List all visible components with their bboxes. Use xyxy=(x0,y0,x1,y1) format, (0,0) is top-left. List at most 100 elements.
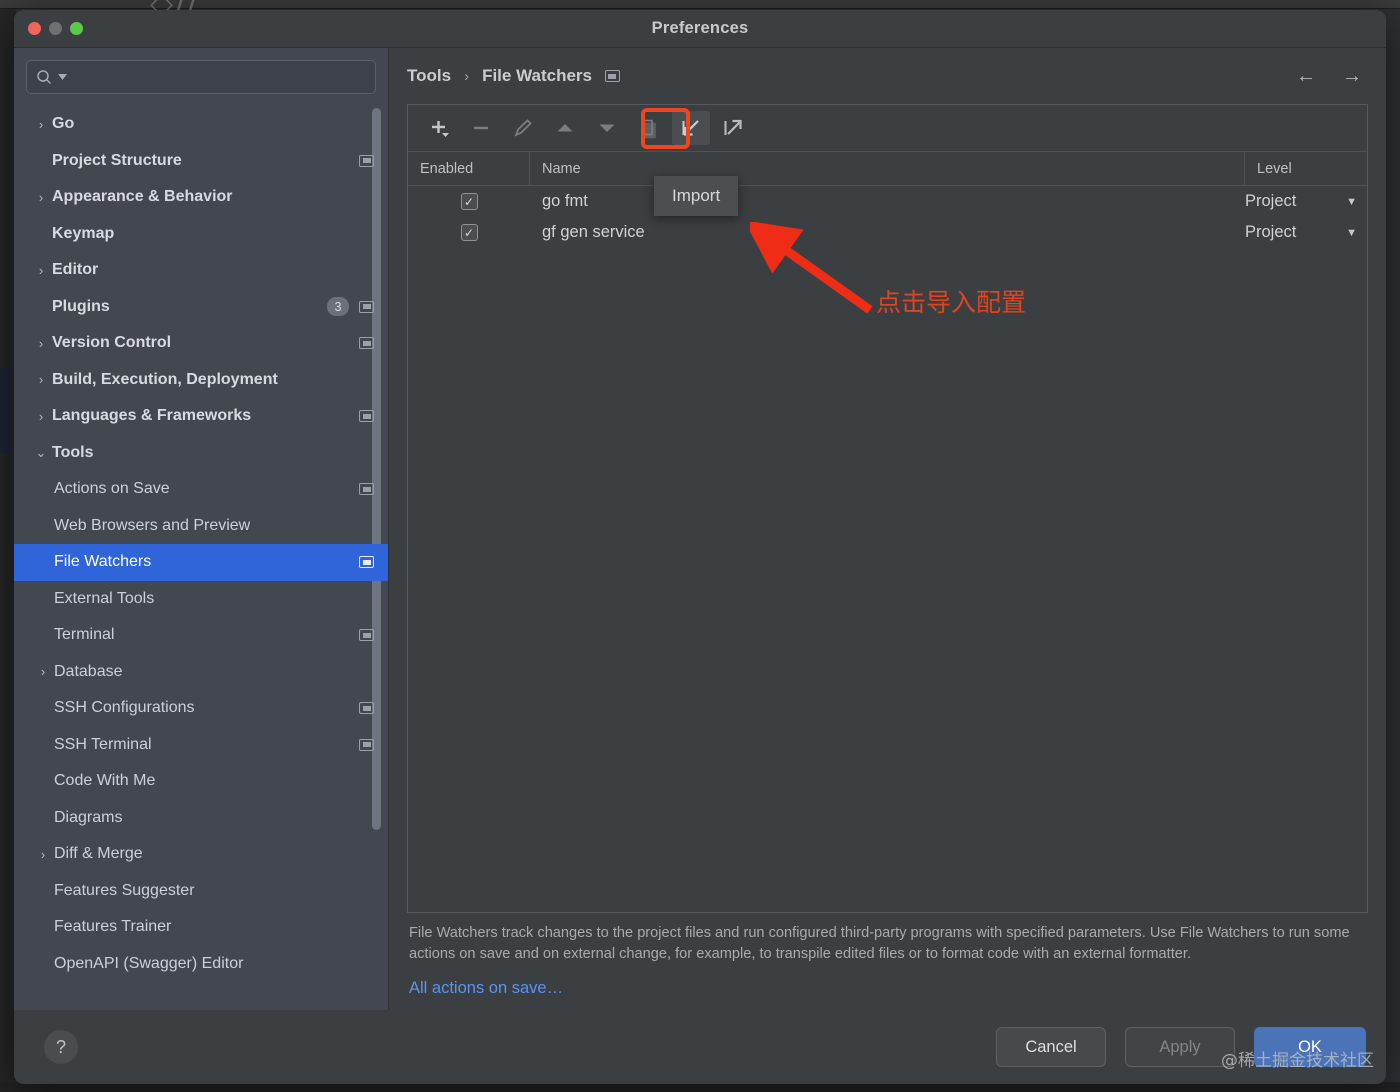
search-wrapper xyxy=(14,48,388,102)
sidebar-item-label: Features Suggester xyxy=(54,881,195,899)
sidebar-item-terminal[interactable]: Terminal xyxy=(14,617,388,654)
arrow-up-icon xyxy=(557,124,573,132)
apply-button[interactable]: Apply xyxy=(1125,1027,1235,1067)
sidebar-item-languages-frameworks[interactable]: › Languages & Frameworks xyxy=(14,398,388,435)
sidebar-item-go[interactable]: › Go xyxy=(14,106,388,143)
copy-button[interactable] xyxy=(630,111,668,145)
chevron-right-icon[interactable]: › xyxy=(30,372,52,387)
zoom-button[interactable] xyxy=(70,22,83,35)
traffic-lights xyxy=(28,22,83,35)
sidebar-item-editor[interactable]: › Editor xyxy=(14,252,388,289)
minimize-button[interactable] xyxy=(49,22,62,35)
sidebar-item-tools[interactable]: ⌄ Tools xyxy=(14,435,388,472)
move-down-button[interactable] xyxy=(588,111,626,145)
chevron-down-icon[interactable]: ⌄ xyxy=(30,445,52,461)
sidebar-item-diff-merge[interactable]: › Diff & Merge xyxy=(14,836,388,873)
sidebar-item-label: Actions on Save xyxy=(54,480,170,498)
sidebar-item-label: OpenAPI (Swagger) Editor xyxy=(54,954,244,972)
table-row[interactable]: ✓ gf gen service Project ▼ xyxy=(408,217,1367,248)
annotation-text: 点击导入配置 xyxy=(876,288,1027,317)
sidebar-item-label: Appearance & Behavior xyxy=(52,188,233,206)
all-actions-on-save-link[interactable]: All actions on save… xyxy=(407,965,1368,1010)
sidebar-item-keymap[interactable]: Keymap xyxy=(14,216,388,253)
sidebar-item-project-structure[interactable]: Project Structure xyxy=(14,143,388,180)
level-value: Project xyxy=(1245,223,1297,241)
forward-arrow-icon[interactable]: → xyxy=(1342,65,1362,88)
background-left-accent xyxy=(0,368,12,454)
search-icon xyxy=(37,69,52,84)
sidebar-item-label: Terminal xyxy=(54,626,115,644)
sidebar-item-database[interactable]: › Database xyxy=(14,654,388,691)
arrow-down-icon xyxy=(599,124,615,132)
chevron-right-icon[interactable]: › xyxy=(30,263,52,278)
close-button[interactable] xyxy=(28,22,41,35)
search-box[interactable] xyxy=(26,60,376,94)
sidebar-item-file-watchers[interactable]: File Watchers xyxy=(14,544,388,581)
sidebar-item-label: Editor xyxy=(52,261,99,279)
level-cell[interactable]: Project ▼ xyxy=(1245,192,1367,211)
back-arrow-icon[interactable]: ← xyxy=(1296,65,1316,88)
breadcrumb-parent[interactable]: Tools xyxy=(407,66,451,86)
export-button[interactable] xyxy=(714,111,752,145)
chevron-right-icon[interactable]: › xyxy=(30,117,52,132)
level-dropdown-icon[interactable]: ▼ xyxy=(1346,227,1357,239)
sidebar-item-label: Languages & Frameworks xyxy=(52,407,252,425)
project-scope-icon xyxy=(359,154,374,167)
search-input[interactable] xyxy=(72,69,366,85)
dialog-buttons: Cancel Apply OK xyxy=(996,1027,1366,1067)
sidebar-item-code-with-me[interactable]: Code With Me xyxy=(14,763,388,800)
level-cell[interactable]: Project ▼ xyxy=(1245,223,1367,242)
enabled-checkbox[interactable]: ✓ xyxy=(460,193,478,210)
sidebar-item-external-tools[interactable]: External Tools xyxy=(14,581,388,618)
sidebar-item-version-control[interactable]: › Version Control xyxy=(14,325,388,362)
sidebar-item-plugins[interactable]: Plugins 3 xyxy=(14,289,388,326)
help-button[interactable]: ? xyxy=(44,1030,78,1064)
import-button[interactable] xyxy=(672,111,710,145)
breadcrumb-monitor-icon xyxy=(604,70,620,82)
cancel-button[interactable]: Cancel xyxy=(996,1027,1106,1067)
column-header-level[interactable]: Level xyxy=(1245,152,1367,185)
pencil-icon xyxy=(514,119,532,137)
chevron-right-icon[interactable]: › xyxy=(30,409,52,424)
sidebar-item-ssh-terminal[interactable]: SSH Terminal xyxy=(14,727,388,764)
column-header-name[interactable]: Name xyxy=(530,152,1245,185)
preferences-window: Preferences › Go Project Structure › App… xyxy=(14,10,1386,1084)
sidebar-item-label: Diagrams xyxy=(54,808,123,826)
sidebar-item-web-browsers-and-preview[interactable]: Web Browsers and Preview xyxy=(14,508,388,545)
table-row[interactable]: ✓ go fmt Project ▼ xyxy=(408,186,1367,217)
chevron-right-icon[interactable]: › xyxy=(32,664,54,679)
chevron-right-icon[interactable]: › xyxy=(30,336,52,351)
background-window-strip: ◇// xyxy=(0,0,1400,21)
breadcrumb-current: File Watchers xyxy=(482,66,592,85)
sidebar-item-label: SSH Terminal xyxy=(54,735,152,753)
sidebar-item-features-trainer[interactable]: Features Trainer xyxy=(14,909,388,946)
move-up-button[interactable] xyxy=(546,111,584,145)
sidebar-item-label: Code With Me xyxy=(54,772,156,790)
edit-button[interactable] xyxy=(504,111,542,145)
project-scope-icon xyxy=(359,738,374,751)
sidebar-item-ssh-configurations[interactable]: SSH Configurations xyxy=(14,690,388,727)
sidebar-item-actions-on-save[interactable]: Actions on Save xyxy=(14,471,388,508)
sidebar-item-diagrams[interactable]: Diagrams xyxy=(14,800,388,837)
settings-tree: › Go Project Structure › Appearance & Behavi… xyxy=(14,102,388,1010)
project-scope-icon xyxy=(359,556,374,569)
watcher-name-cell: go fmt xyxy=(542,192,588,210)
breadcrumb-separator: › xyxy=(464,67,470,85)
ok-button[interactable]: OK xyxy=(1254,1027,1366,1067)
sidebar-item-openapi-swagger-editor[interactable]: OpenAPI (Swagger) Editor xyxy=(14,946,388,983)
column-header-enabled[interactable]: Enabled xyxy=(408,152,530,185)
sidebar-item-features-suggester[interactable]: Features Suggester xyxy=(14,873,388,910)
chevron-right-icon[interactable]: › xyxy=(30,190,52,205)
sidebar-item-build-execution-deployment[interactable]: › Build, Execution, Deployment xyxy=(14,362,388,399)
level-dropdown-icon[interactable]: ▼ xyxy=(1346,196,1357,208)
enabled-checkbox[interactable]: ✓ xyxy=(460,224,478,241)
chevron-down-icon[interactable] xyxy=(58,73,67,82)
window-title: Preferences xyxy=(651,19,749,37)
chevron-right-icon[interactable]: › xyxy=(32,847,54,862)
project-scope-icon xyxy=(359,629,374,642)
import-tooltip: Import xyxy=(654,176,739,216)
add-button[interactable] xyxy=(420,111,458,145)
copy-icon xyxy=(641,119,656,139)
remove-button[interactable] xyxy=(462,111,500,145)
sidebar-item-appearance-behavior[interactable]: › Appearance & Behavior xyxy=(14,179,388,216)
